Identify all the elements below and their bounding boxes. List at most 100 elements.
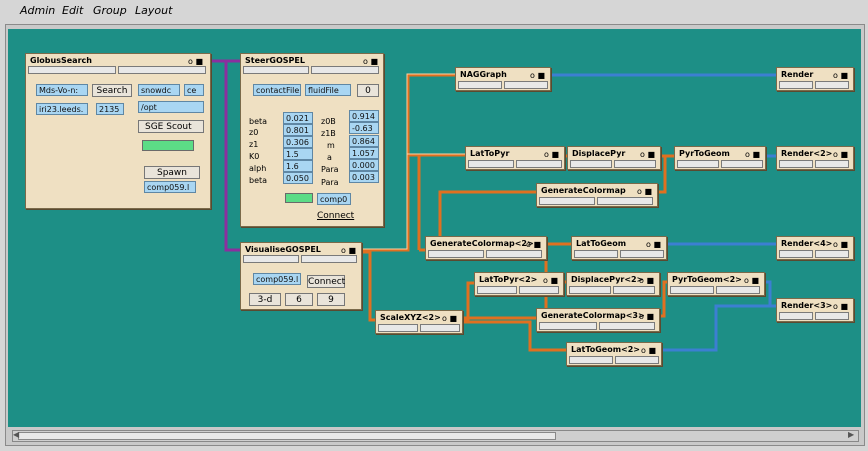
contact-file-field[interactable]: contactFile bbox=[253, 84, 301, 96]
input-port[interactable] bbox=[779, 160, 813, 168]
input-port[interactable] bbox=[468, 160, 514, 168]
module-visualise-gospel[interactable]: VisualiseGOSPEL o ■ comp059.l Connect 3-… bbox=[240, 242, 362, 310]
output-port[interactable] bbox=[519, 286, 559, 294]
param-value[interactable]: 0.003 bbox=[349, 171, 379, 183]
output-port[interactable] bbox=[620, 250, 664, 258]
input-port[interactable] bbox=[670, 286, 714, 294]
module-render[interactable]: Render o ■ bbox=[776, 67, 854, 91]
module-lat-to-pyr[interactable]: LatToPyr o ■ bbox=[465, 146, 565, 170]
output-port[interactable] bbox=[721, 160, 763, 168]
input-port[interactable] bbox=[779, 250, 813, 258]
module-pyr-to-geom-2[interactable]: PyrToGeom<2> o ■ bbox=[667, 272, 765, 296]
input-port[interactable] bbox=[574, 250, 618, 258]
module-control-icon[interactable]: o ■ bbox=[641, 346, 656, 355]
module-nag-graph[interactable]: NAGGraph o ■ bbox=[455, 67, 551, 91]
count-select[interactable]: 0 bbox=[357, 84, 379, 97]
module-control-icon[interactable]: o ■ bbox=[639, 312, 654, 321]
output-port[interactable] bbox=[815, 160, 849, 168]
module-lat-to-geom-2[interactable]: LatToGeom<2> o ■ bbox=[566, 342, 662, 366]
mds-host-field[interactable]: Mds-Vo-n: bbox=[36, 84, 88, 96]
input-port[interactable] bbox=[458, 81, 502, 89]
input-port[interactable] bbox=[570, 160, 612, 168]
module-control-icon[interactable]: o ■ bbox=[544, 150, 559, 159]
input-port[interactable] bbox=[243, 255, 299, 263]
module-globus-search[interactable]: GlobusSearch o ■ Mds-Vo-n: Search iri23.… bbox=[25, 53, 211, 209]
output-port[interactable] bbox=[311, 66, 379, 74]
param-value[interactable]: 0.801 bbox=[283, 124, 313, 136]
module-control-icon[interactable]: o ■ bbox=[833, 240, 848, 249]
module-generate-colormap-3[interactable]: GenerateColormap<3> o ■ bbox=[536, 308, 660, 332]
fluid-file-field[interactable]: fluidFile bbox=[305, 84, 351, 96]
menu-admin[interactable]: Admin bbox=[20, 4, 55, 17]
menu-group[interactable]: Group bbox=[93, 4, 127, 17]
path-field[interactable]: /opt bbox=[138, 101, 204, 113]
menu-layout[interactable]: Layout bbox=[135, 4, 172, 17]
module-control-icon[interactable]: o ■ bbox=[744, 276, 759, 285]
ce-field[interactable]: ce bbox=[184, 84, 204, 96]
scroll-left-icon[interactable]: ◀ bbox=[13, 430, 19, 439]
output-port[interactable] bbox=[615, 356, 659, 364]
output-port[interactable] bbox=[486, 250, 542, 258]
param-value[interactable]: 0.306 bbox=[283, 136, 313, 148]
machine-field[interactable]: comp0 bbox=[317, 193, 351, 205]
module-lat-to-pyr-2[interactable]: LatToPyr<2> o ■ bbox=[474, 272, 564, 296]
scheduler-select[interactable]: SGE Scout bbox=[138, 120, 204, 133]
param-value[interactable]: 0.021 bbox=[283, 112, 313, 124]
search-button[interactable]: Search bbox=[92, 84, 132, 97]
user-field[interactable]: snowdc bbox=[138, 84, 180, 96]
module-generate-colormap-2[interactable]: GenerateColormap<2> o ■ bbox=[425, 236, 547, 260]
input-port[interactable] bbox=[779, 312, 813, 320]
output-port[interactable] bbox=[613, 286, 655, 294]
host-field[interactable]: iri23.leeds. bbox=[36, 103, 88, 115]
input-port[interactable] bbox=[378, 324, 418, 332]
output-port[interactable] bbox=[716, 286, 760, 294]
module-scale-xyz-2[interactable]: ScaleXYZ<2> o ■ bbox=[375, 310, 463, 334]
output-port[interactable] bbox=[420, 324, 460, 332]
module-generate-colormap[interactable]: GenerateColormap o ■ bbox=[536, 183, 658, 207]
module-render-2[interactable]: Render<2> o ■ bbox=[776, 146, 854, 170]
output-port[interactable] bbox=[597, 197, 653, 205]
param-value[interactable]: 0.864 bbox=[349, 135, 379, 147]
param-value[interactable]: 1.6 bbox=[283, 160, 313, 172]
param-value[interactable]: 0.000 bbox=[349, 159, 379, 171]
port-field[interactable]: 2135 bbox=[96, 103, 124, 115]
module-steer-gospel[interactable]: SteerGOSPEL o ■ contactFile fluidFile 0 … bbox=[240, 53, 384, 227]
module-control-icon[interactable]: o ■ bbox=[442, 314, 457, 323]
output-port[interactable] bbox=[504, 81, 548, 89]
connect-button[interactable]: Connect bbox=[317, 211, 354, 221]
input-port[interactable] bbox=[677, 160, 719, 168]
output-port[interactable] bbox=[815, 312, 849, 320]
module-control-icon[interactable]: o ■ bbox=[188, 57, 203, 66]
module-control-icon[interactable]: o ■ bbox=[833, 302, 848, 311]
value2-select[interactable]: 9 bbox=[317, 293, 345, 306]
output-port[interactable] bbox=[614, 160, 656, 168]
input-port[interactable] bbox=[569, 356, 613, 364]
module-displace-pyr-2[interactable]: DisplacePyr<2> o ■ bbox=[566, 272, 660, 296]
scroll-right-icon[interactable]: ▶ bbox=[848, 430, 854, 439]
module-displace-pyr[interactable]: DisplacePyr o ■ bbox=[567, 146, 661, 170]
module-control-icon[interactable]: o ■ bbox=[833, 150, 848, 159]
module-control-icon[interactable]: o ■ bbox=[543, 276, 558, 285]
spawn-button[interactable]: Spawn bbox=[144, 166, 200, 179]
module-control-icon[interactable]: o ■ bbox=[530, 71, 545, 80]
module-control-icon[interactable]: o ■ bbox=[640, 150, 655, 159]
output-port[interactable] bbox=[118, 66, 206, 74]
module-lat-to-geom[interactable]: LatToGeom o ■ bbox=[571, 236, 667, 260]
input-port[interactable] bbox=[539, 197, 595, 205]
module-control-icon[interactable]: o ■ bbox=[745, 150, 760, 159]
input-port[interactable] bbox=[569, 286, 611, 294]
module-render-3[interactable]: Render<3> o ■ bbox=[776, 298, 854, 322]
output-port[interactable] bbox=[815, 250, 849, 258]
output-port[interactable] bbox=[301, 255, 357, 263]
input-port[interactable] bbox=[243, 66, 309, 74]
menu-edit[interactable]: Edit bbox=[62, 4, 83, 17]
param-value[interactable]: 0.914 bbox=[349, 110, 379, 122]
input-port[interactable] bbox=[477, 286, 517, 294]
mode-select[interactable]: 3-d bbox=[249, 293, 281, 306]
param-value[interactable]: 0.050 bbox=[283, 172, 313, 184]
machine-field[interactable]: comp059.l bbox=[253, 273, 301, 285]
module-control-icon[interactable]: o ■ bbox=[526, 240, 541, 249]
module-control-icon[interactable]: o ■ bbox=[363, 57, 378, 66]
input-port[interactable] bbox=[28, 66, 116, 74]
input-port[interactable] bbox=[428, 250, 484, 258]
